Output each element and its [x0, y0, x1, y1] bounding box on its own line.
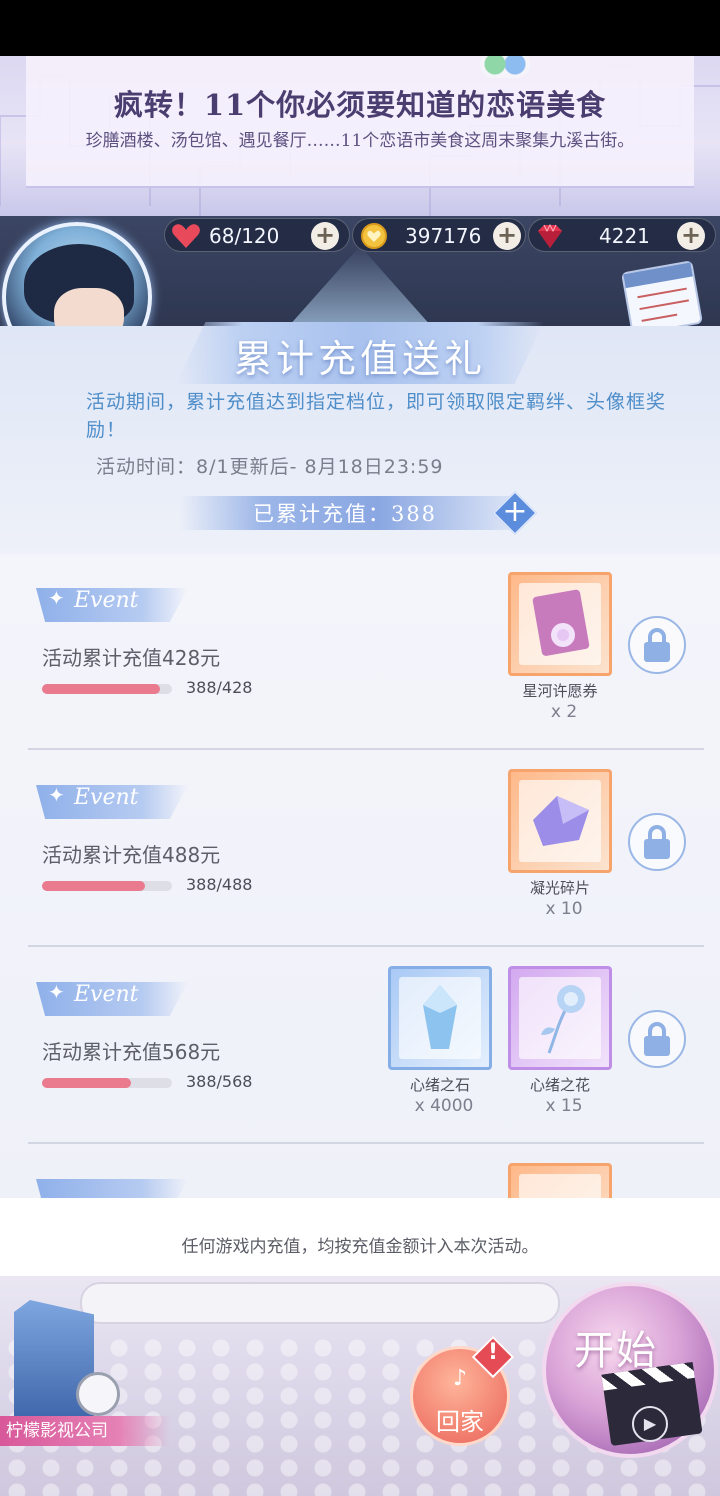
schedule-line	[637, 287, 687, 299]
heart-icon	[172, 224, 200, 248]
event-tag-label: Event	[74, 588, 139, 613]
gold-coin-icon	[361, 223, 387, 249]
add-diamond-button[interactable]: +	[677, 222, 705, 250]
progress-text: 388/568	[186, 1072, 253, 1091]
tier-label: 活动累计充值428元	[42, 646, 221, 670]
row-divider	[28, 945, 704, 947]
status-bar	[0, 0, 720, 56]
event-tag-label: Event	[74, 785, 139, 810]
blue-crystal-icon	[423, 985, 457, 1049]
progress-bar	[42, 1078, 172, 1088]
reward-slot	[519, 583, 601, 665]
reward-item[interactable]	[388, 966, 492, 1070]
reward-item[interactable]	[508, 966, 612, 1070]
reward-slot	[519, 977, 601, 1059]
progress-bar	[42, 684, 172, 694]
reward-item[interactable]	[508, 1163, 612, 1198]
plus-icon: +	[502, 494, 528, 529]
tier-row	[0, 1145, 720, 1198]
reward-quantity: x 15	[545, 1096, 583, 1116]
lock-icon	[644, 839, 670, 859]
crystal-rose-icon	[541, 985, 585, 1054]
locked-claim-button[interactable]	[628, 813, 686, 871]
event-tag	[36, 1179, 188, 1198]
progress-fill	[42, 684, 160, 694]
reward-item[interactable]	[508, 769, 612, 873]
scene-road	[80, 1282, 560, 1324]
total-recharge-label: 已累计充值：388	[252, 502, 438, 526]
reward-item[interactable]	[508, 572, 612, 676]
sparkle-icon: ✦	[48, 586, 65, 610]
reward-slot	[399, 977, 481, 1059]
sparkle-icon: ✦	[48, 980, 65, 1004]
progress-text: 388/488	[186, 875, 253, 894]
stamina-counter: 68/120 +	[164, 218, 350, 252]
reward-quantity: x 4000	[414, 1096, 474, 1116]
diamond-counter: 4221 +	[528, 218, 716, 252]
lock-icon	[644, 642, 670, 662]
diamond-value: 4221	[599, 224, 650, 248]
sparkle-icon: ✦	[48, 783, 65, 807]
progress-bar	[42, 881, 172, 891]
reward-slot	[519, 1174, 601, 1198]
light-beam	[280, 246, 440, 328]
add-gold-button[interactable]: +	[493, 222, 521, 250]
lock-icon	[644, 1036, 670, 1056]
reward-name: 心绪之花	[529, 1076, 590, 1094]
reward-slot	[519, 780, 601, 862]
diamond-icon	[538, 223, 562, 248]
gold-counter: 397176 +	[352, 218, 526, 252]
locked-claim-button[interactable]	[628, 1010, 686, 1068]
banner-title: 疯转！11个你必须要知道的恋语美食	[113, 88, 607, 122]
progress-text: 388/428	[186, 678, 253, 697]
reward-quantity: x 2	[550, 702, 578, 722]
film-reel-icon	[76, 1372, 120, 1416]
tier-row: ✦ Event 活动累计充值428元 388/428 星河许愿券 x 2	[0, 554, 720, 750]
schedule-icon[interactable]	[620, 260, 704, 336]
reward-name: 心绪之石	[409, 1076, 470, 1094]
gold-value: 397176	[405, 224, 482, 248]
add-stamina-button[interactable]: +	[311, 222, 339, 250]
progress-fill	[42, 881, 146, 891]
tier-row: ✦ Event 活动累计充值488元 388/488 凝光碎片 x 10	[0, 751, 720, 947]
schedule-line	[639, 299, 689, 311]
event-title: 累计充值送礼	[233, 337, 486, 381]
event-period: 活动时间：8/1更新后- 8月18日23:59	[96, 456, 444, 478]
row-divider	[28, 748, 704, 750]
reward-tier-list[interactable]: ✦ Event 活动累计充值428元 388/428 星河许愿券 x 2 ✦ E…	[0, 554, 720, 1198]
alert-icon: !	[487, 1340, 499, 1365]
wish-ticket-icon	[532, 589, 590, 656]
row-divider	[28, 1142, 704, 1144]
news-bubble-icon	[480, 56, 530, 78]
stamina-value: 68/120	[209, 224, 280, 248]
reward-name: 凝光碎片	[529, 879, 590, 897]
home-button-label: 回家	[436, 1408, 484, 1436]
news-banner[interactable]: 疯转！11个你必须要知道的恋语美食 珍膳酒楼、汤包馆、遇见餐厅……11个恋语市美…	[0, 56, 720, 216]
tier-label: 活动累计充值568元	[42, 1040, 221, 1064]
progress-fill	[42, 1078, 131, 1088]
schedule-line	[641, 313, 678, 322]
company-label[interactable]: 柠檬影视公司	[0, 1416, 170, 1446]
locked-claim-button[interactable]	[628, 616, 686, 674]
event-tag-label: Event	[74, 982, 139, 1007]
bell-icon: ♪	[452, 1366, 468, 1391]
tier-label: 活动累计充值488元	[42, 843, 221, 867]
reward-quantity: x 10	[545, 899, 583, 919]
play-icon: ▶	[632, 1406, 668, 1442]
footer-note: 任何游戏内充值，均按充值金额计入本次活动。	[181, 1237, 539, 1257]
reward-name: 星河许愿券	[522, 682, 598, 700]
tier-row: ✦ Event 活动累计充值568元 388/568 心绪之石 x 4000 心…	[0, 948, 720, 1144]
banner-subtitle: 珍膳酒楼、汤包馆、遇见餐厅……11个恋语市美食这周末聚集九溪古街。	[85, 131, 635, 151]
crystal-shard-icon	[533, 796, 589, 846]
event-description: 活动期间，累计充值达到指定档位，即可领取限定羁绊、头像框奖励！	[86, 391, 667, 441]
